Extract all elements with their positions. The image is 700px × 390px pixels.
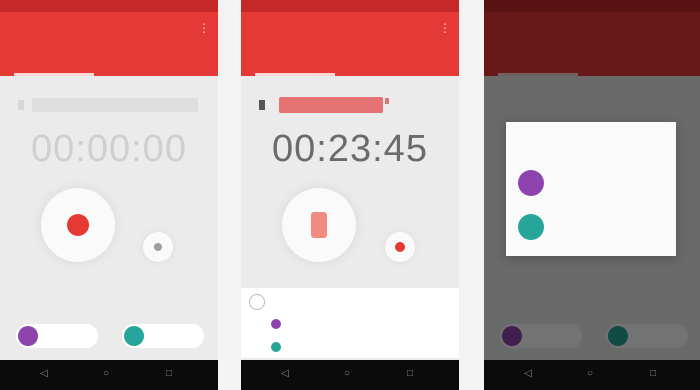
phone-screen-recorder-recording: ⋮ 00:23:45 ◁ ○ □ [241, 0, 459, 390]
pause-icon [311, 212, 327, 238]
contact-chip[interactable] [122, 324, 204, 348]
stop-icon [154, 243, 162, 251]
status-bar [0, 0, 218, 12]
avatar [124, 326, 144, 346]
recording-contact-list [241, 288, 459, 358]
recents-icon[interactable]: □ [650, 368, 656, 379]
tab-indicator [255, 73, 335, 76]
recents-icon[interactable]: □ [407, 368, 413, 379]
stop-button[interactable] [143, 232, 173, 262]
recents-icon[interactable]: □ [166, 368, 172, 379]
phone-screen-contact-dialog: ◁ ○ □ [484, 0, 700, 390]
overflow-menu-icon[interactable]: ⋮ [439, 21, 451, 35]
phone-screen-recorder-idle: ⋮ 00:00:00 ◁ ○ □ [0, 0, 218, 390]
back-icon[interactable]: ◁ [281, 368, 289, 379]
avatar [18, 326, 38, 346]
waveform [259, 97, 389, 113]
record-icon [67, 214, 89, 236]
record-button[interactable] [41, 188, 115, 262]
pause-button[interactable] [282, 188, 356, 262]
avatar [271, 342, 281, 352]
status-bar [241, 0, 459, 12]
system-nav-bar: ◁ ○ □ [484, 360, 700, 390]
tab-indicator [14, 73, 94, 76]
timer-display: 00:00:00 [31, 128, 187, 170]
back-icon[interactable]: ◁ [524, 368, 532, 379]
home-icon[interactable]: ○ [587, 368, 593, 379]
tab-bar [241, 46, 459, 76]
overflow-menu-icon[interactable]: ⋮ [198, 21, 210, 35]
tab-bar [0, 46, 218, 76]
contact-picker-dialog [506, 122, 676, 256]
system-nav-bar: ◁ ○ □ [0, 360, 218, 390]
stop-icon [395, 242, 405, 252]
avatar [518, 214, 544, 240]
app-bar: ⋮ [0, 12, 218, 46]
home-icon[interactable]: ○ [103, 368, 109, 379]
contact-bar [0, 318, 218, 352]
dialog-item[interactable] [516, 166, 666, 200]
avatar [271, 319, 281, 329]
timer-display: 00:23:45 [272, 128, 428, 170]
avatar [518, 170, 544, 196]
home-icon[interactable]: ○ [344, 368, 350, 379]
stop-button[interactable] [385, 232, 415, 262]
system-nav-bar: ◁ ○ □ [241, 360, 459, 390]
dialog-item[interactable] [516, 210, 666, 244]
app-bar: ⋮ [241, 12, 459, 46]
add-contact-icon[interactable] [249, 294, 265, 310]
back-icon[interactable]: ◁ [40, 368, 48, 379]
contact-chip[interactable] [16, 324, 98, 348]
waveform-placeholder [18, 98, 198, 112]
